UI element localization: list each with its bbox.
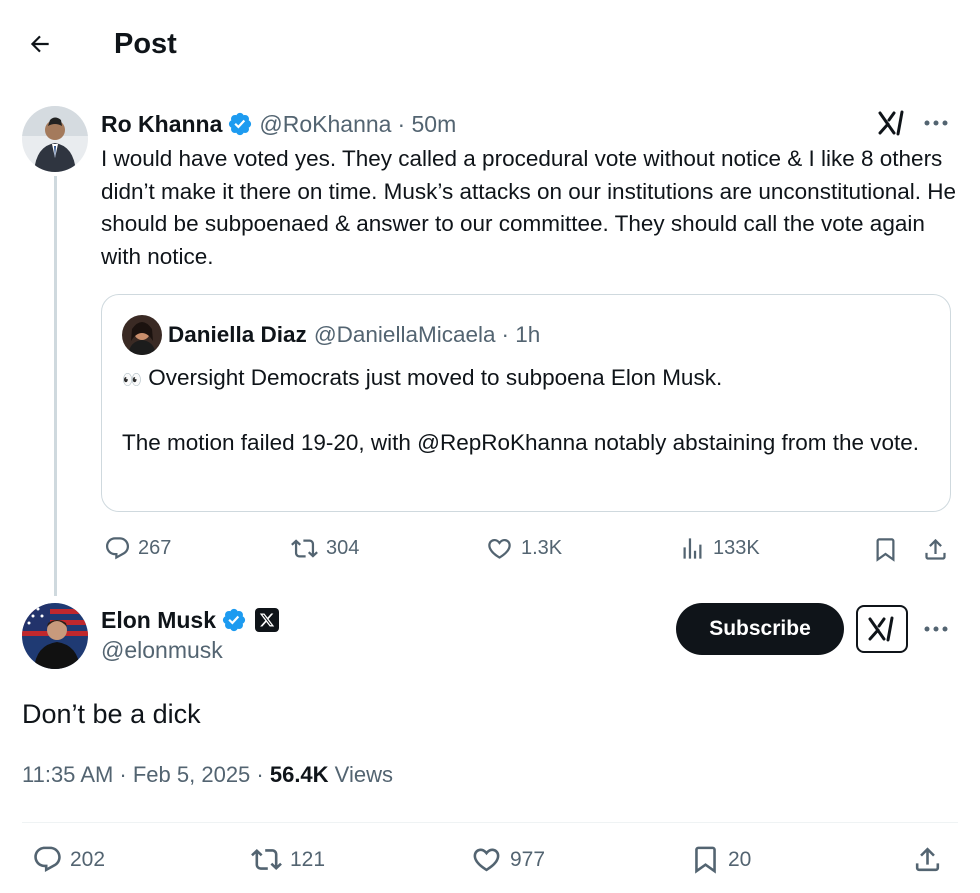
author-handle[interactable]: @RoKhanna: [259, 111, 391, 138]
reply-button[interactable]: 202: [32, 844, 105, 875]
quote-author-name: Daniella Diaz: [168, 322, 307, 347]
more-icon: [924, 120, 948, 126]
grok-icon: [878, 110, 904, 136]
quote-author-handle: @DaniellaMicaela: [313, 322, 496, 347]
thread-connector: [54, 176, 57, 596]
eyes-emoji: 👀: [122, 372, 142, 389]
post-timestamp[interactable]: 11:35 AM · Feb 5, 2025 ·: [22, 762, 270, 787]
post-time[interactable]: · 50m: [397, 111, 456, 138]
avatar-daniella-diaz: [122, 315, 162, 355]
page-title: Post: [114, 28, 177, 60]
like-count: 1.3K: [521, 537, 563, 559]
grok-icon: [868, 616, 894, 642]
top-bar: Post: [0, 0, 980, 88]
reply-button[interactable]: 267: [104, 535, 171, 562]
quote-line-2: The motion failed 19-20, with @RepRoKhan…: [122, 430, 920, 455]
views-icon: [683, 538, 702, 559]
reply-count: 267: [138, 537, 172, 559]
like-button[interactable]: 1.3K: [485, 535, 562, 562]
author-name[interactable]: Elon Musk: [101, 607, 216, 634]
like-button[interactable]: 977: [470, 844, 545, 875]
repost-icon: [251, 849, 282, 870]
grok-button[interactable]: [874, 108, 910, 138]
bookmark-button[interactable]: [870, 533, 900, 565]
subscribe-button[interactable]: Subscribe: [676, 603, 844, 655]
reply-icon: [34, 846, 61, 873]
more-options-button[interactable]: [918, 108, 954, 138]
quote-line-1: 👀 Oversight Democrats just moved to subp…: [122, 362, 932, 398]
post-metadata: 11:35 AM · Feb 5, 2025 · 56.4K Views: [22, 762, 393, 788]
quote-header: Daniella Diaz @DaniellaMicaela · 1h: [168, 319, 540, 351]
verified-badge-icon: [221, 607, 247, 633]
quoted-post[interactable]: Daniella Diaz @DaniellaMicaela · 1h 👀 Ov…: [101, 294, 951, 512]
views-count: 56.4K: [269, 762, 329, 787]
repost-icon: [291, 539, 318, 558]
tweet-text: I would have voted yes. They called a pr…: [101, 146, 957, 269]
grok-button[interactable]: [856, 605, 908, 653]
x-affiliate-badge-icon: [255, 608, 280, 632]
bookmark-count: 20: [728, 847, 752, 871]
repost-count: 121: [290, 847, 326, 871]
bookmark-button[interactable]: 20: [690, 844, 751, 875]
quote-post-time: · 1h: [501, 322, 541, 347]
like-count: 977: [510, 847, 546, 871]
reply-icon: [105, 537, 130, 560]
bookmark-icon: [876, 537, 894, 562]
share-button[interactable]: [910, 842, 944, 876]
avatar-elon-musk[interactable]: [22, 603, 88, 669]
more-options-button[interactable]: [918, 614, 954, 644]
views-label: Views: [328, 762, 393, 787]
reply-count: 202: [70, 847, 106, 871]
author-handle[interactable]: @elonmusk: [101, 637, 223, 664]
avatar-ro-khanna[interactable]: [22, 106, 88, 172]
quote-line-1-text: Oversight Democrats just moved to subpoe…: [148, 365, 723, 390]
back-button[interactable]: [22, 26, 58, 62]
author-name[interactable]: Ro Khanna: [101, 111, 222, 138]
main-tweet-author: Elon Musk: [101, 604, 280, 636]
arrow-left-icon: [30, 35, 49, 53]
share-button[interactable]: [920, 533, 950, 565]
verified-badge-icon: [227, 111, 253, 137]
repost-button[interactable]: 304: [290, 535, 359, 562]
repost-button[interactable]: 121: [250, 844, 325, 875]
main-tweet-text: Don’t be a dick: [22, 699, 201, 729]
share-icon: [915, 846, 939, 871]
views-count: 133K: [713, 537, 760, 559]
more-icon: [924, 626, 948, 632]
repost-count: 304: [326, 537, 360, 559]
share-icon: [924, 538, 946, 560]
parent-tweet-header: Ro Khanna @RoKhanna · 50m: [101, 108, 456, 140]
views-button[interactable]: 133K: [679, 535, 760, 562]
bookmark-icon: [695, 846, 716, 874]
heart-icon: [473, 848, 500, 872]
divider: [22, 822, 958, 823]
heart-icon: [488, 538, 511, 559]
